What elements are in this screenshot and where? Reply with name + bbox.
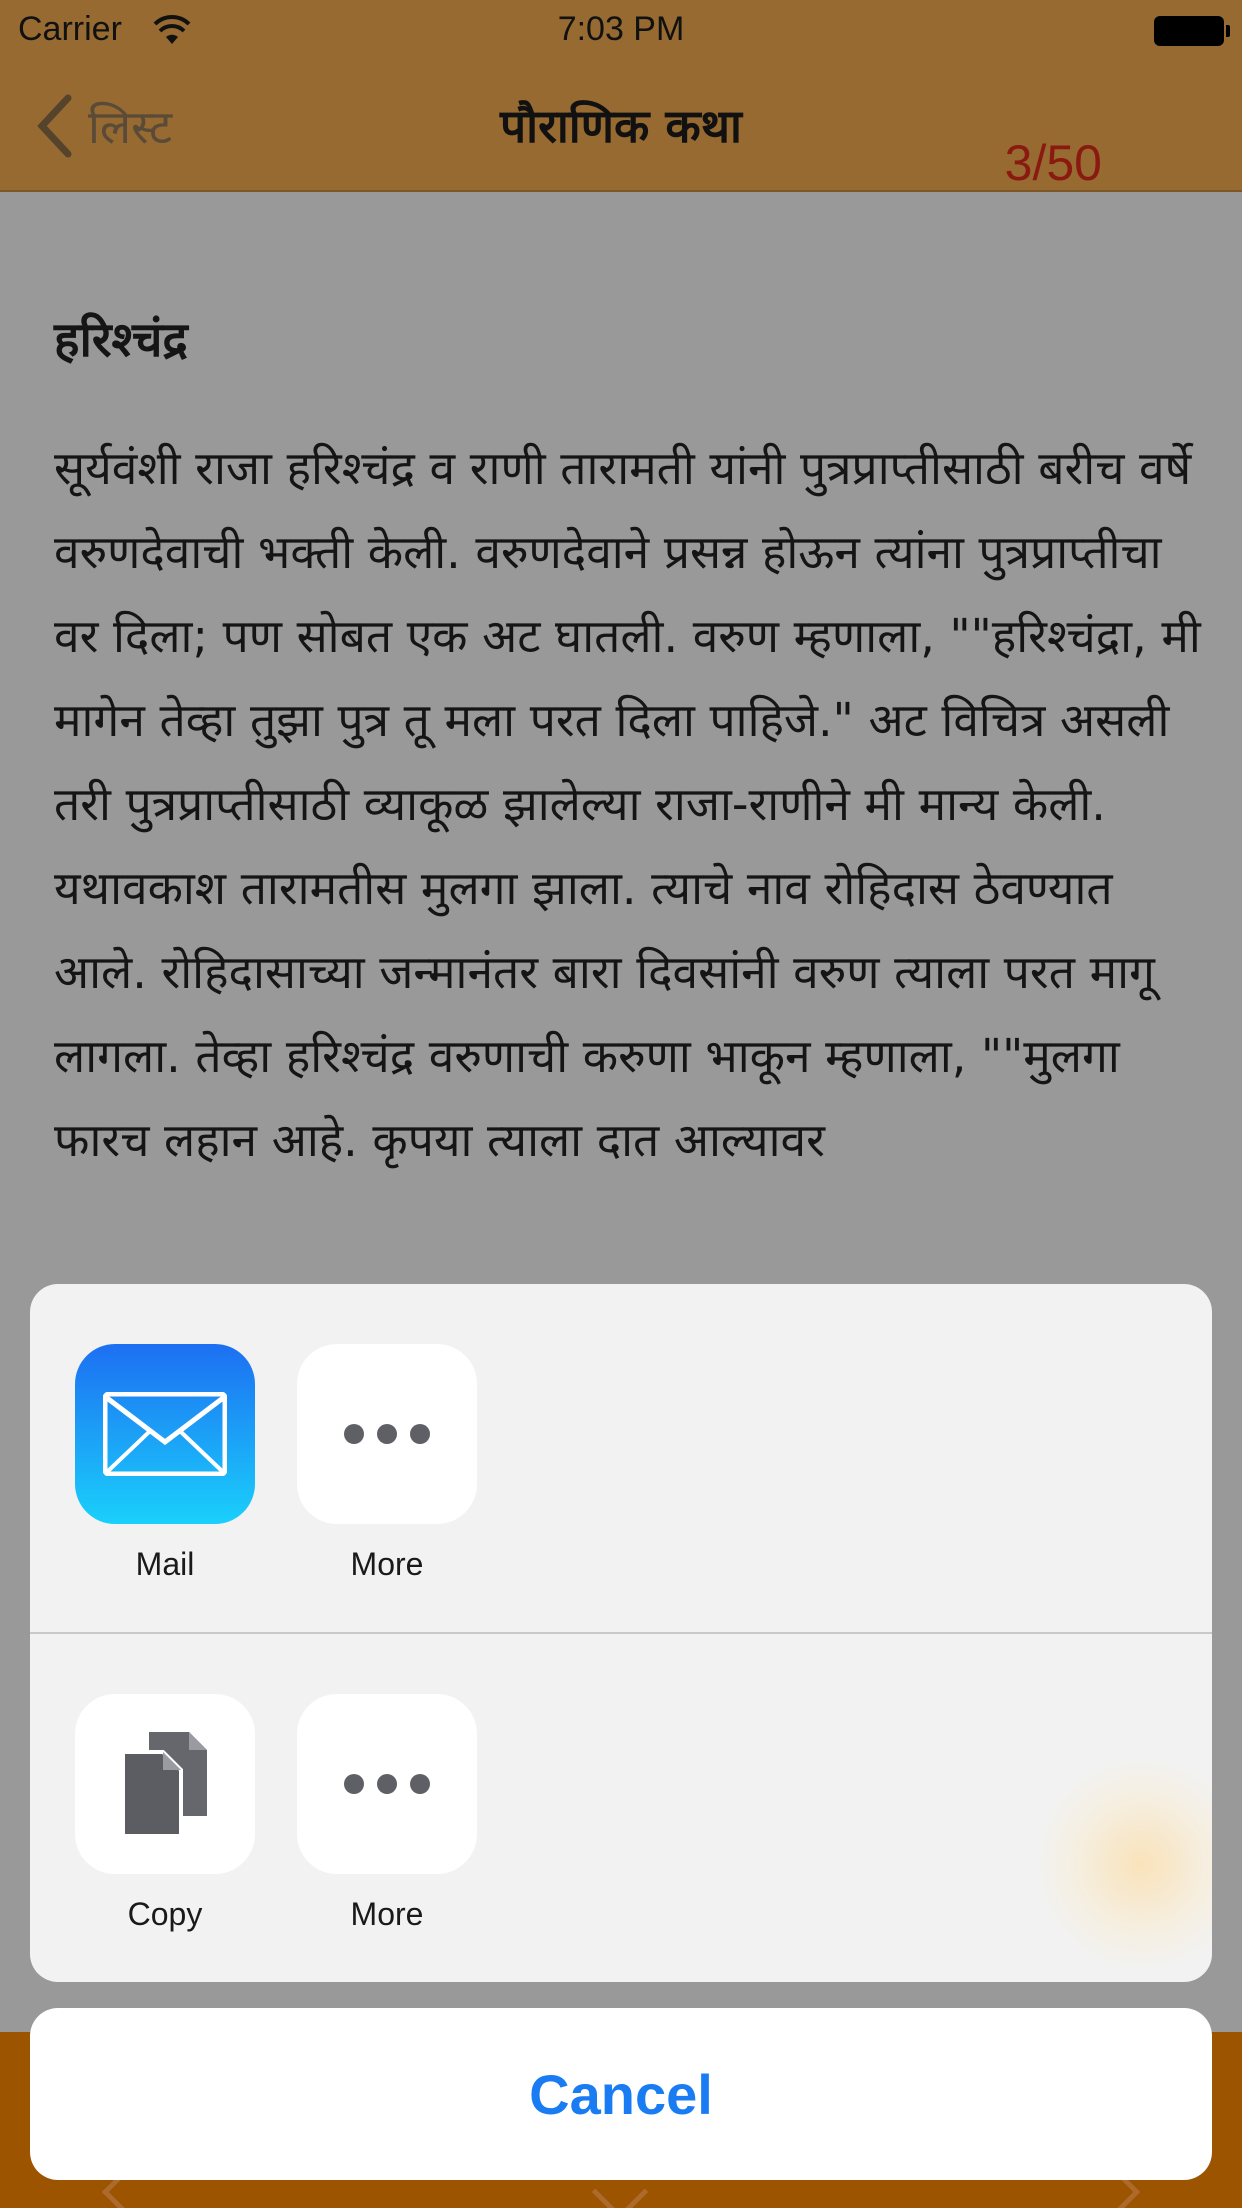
more-icon <box>297 1694 477 1874</box>
navigation-bar: लिस्ट पौराणिक कथा 3/50 <box>0 60 1242 192</box>
share-mail[interactable]: Mail <box>75 1344 255 1583</box>
clock: 7:03 PM <box>557 10 685 48</box>
share-mail-label: Mail <box>135 1546 195 1582</box>
more-icon <box>297 1344 477 1524</box>
share-targets-row: Mail More <box>30 1284 1212 1634</box>
action-more[interactable]: More <box>297 1694 477 1933</box>
battery-icon <box>1154 16 1230 46</box>
story-counter: 3/50 <box>1004 135 1102 191</box>
status-bar: Carrier 7:03 PM <box>0 0 1242 60</box>
action-copy-label: Copy <box>127 1896 203 1932</box>
action-copy[interactable]: Copy <box>75 1694 255 1933</box>
actions-row: Copy More <box>30 1634 1212 1982</box>
story-heading: हरिश्चंद्र <box>54 312 188 368</box>
action-more-label: More <box>350 1896 424 1932</box>
cancel-button-label: Cancel <box>529 2062 713 2126</box>
story-body: सूर्यवंशी राजा हरिश्चंद्र व राणी तारामती… <box>54 440 1201 1167</box>
copy-icon <box>75 1694 255 1874</box>
share-more[interactable]: More <box>297 1344 477 1583</box>
mail-icon <box>75 1344 255 1524</box>
cancel-button[interactable]: Cancel <box>30 2008 1212 2180</box>
share-sheet: Mail More Copy More <box>30 1284 1212 1982</box>
share-more-label: More <box>350 1546 424 1582</box>
